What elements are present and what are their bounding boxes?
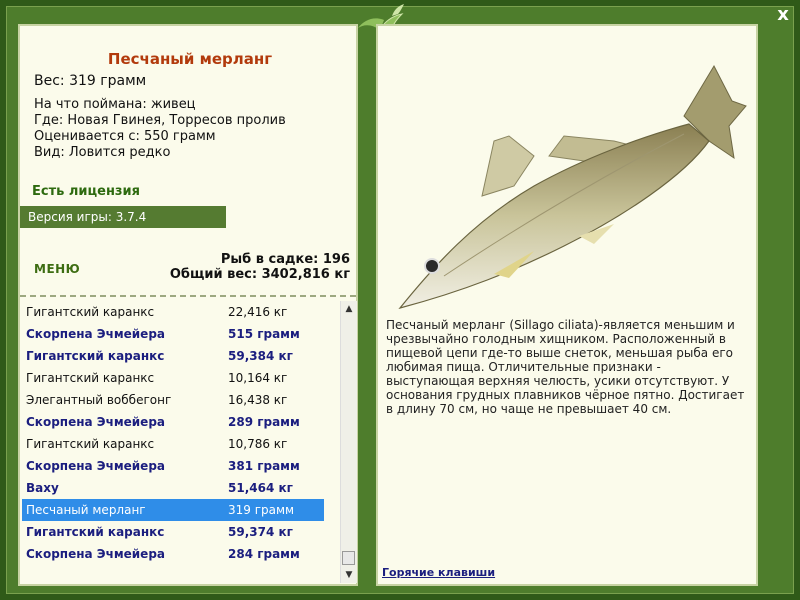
- list-item-name: Гигантский каранкс: [26, 437, 155, 451]
- list-item[interactable]: Скорпена Эчмейера 289 грамм: [22, 411, 324, 433]
- list-item[interactable]: Гигантский каранкс 10,164 кг: [22, 367, 324, 389]
- fish-weight: Вес: 319 грамм: [34, 73, 147, 89]
- location-info: Где: Новая Гвинея, Торресов пролив: [34, 113, 286, 128]
- fish-description: Песчаный мерланг (Sillago ciliata)-являе…: [386, 318, 745, 416]
- list-item-weight: 289 грамм: [228, 415, 300, 429]
- list-item-weight: 22,416 кг: [228, 305, 288, 319]
- catch-list-scrollbar[interactable]: ▲ ▼: [340, 301, 357, 583]
- list-item-weight: 515 грамм: [228, 327, 300, 341]
- fish-image: [398, 64, 747, 310]
- list-item[interactable]: Скорпена Эчмейера 381 грамм: [22, 455, 324, 477]
- fish-title: Песчаный мерланг: [107, 50, 273, 68]
- list-item[interactable]: Гигантский каранкс 22,416 кг: [22, 301, 324, 323]
- list-item-name: Гигантский каранкс: [26, 525, 165, 539]
- list-item-name: Гигантский каранкс: [26, 371, 155, 385]
- list-item-name: Гигантский каранкс: [26, 349, 165, 363]
- list-item-weight: 381 грамм: [228, 459, 300, 473]
- list-item[interactable]: Гигантский каранкс 59,384 кг: [22, 345, 324, 367]
- list-item[interactable]: Ваху 51,464 кг: [22, 477, 324, 499]
- value-info: Оценивается с: 550 грамм: [34, 129, 216, 144]
- list-item-weight: 59,384 кг: [228, 349, 293, 363]
- list-item-weight: 10,786 кг: [228, 437, 288, 451]
- version-bar: Версия игры: 3.7.4: [20, 206, 226, 228]
- list-item-weight: 51,464 кг: [228, 481, 293, 495]
- total-weight: Общий вес: 3402,816 кг: [169, 267, 350, 282]
- list-item[interactable]: Песчаный мерланг 319 грамм: [22, 499, 324, 521]
- menu-button[interactable]: МЕНЮ: [34, 262, 80, 276]
- catch-list[interactable]: Гигантский каранкс 22,416 кг Скорпена Эчме…: [20, 300, 340, 584]
- close-icon[interactable]: x: [777, 4, 789, 25]
- list-item-weight: 319 грамм: [228, 503, 295, 517]
- catch-stats: Рыб в садке: 196 Общий вес: 3402,816 кг: [170, 252, 350, 282]
- list-item[interactable]: Скорпена Эчмейера 515 грамм: [22, 323, 324, 345]
- list-item-name: Ваху: [26, 481, 59, 495]
- arrow-down-icon[interactable]: ▼: [341, 567, 357, 583]
- scrollbar-thumb[interactable]: [342, 551, 355, 565]
- arrow-up-icon[interactable]: ▲: [341, 301, 357, 317]
- list-item-name: Скорпена Эчмейера: [26, 327, 166, 341]
- list-item-name: Скорпена Эчмейера: [26, 415, 166, 429]
- rarity-info: Вид: Ловится редко: [34, 145, 171, 160]
- list-item-name: Скорпена Эчмейера: [26, 459, 166, 473]
- list-item-weight: 10,164 кг: [228, 371, 288, 385]
- list-item-weight: 16,438 кг: [228, 393, 288, 407]
- hotkeys-link[interactable]: Горячие клавиши: [382, 566, 495, 579]
- fish-detail-panel: Песчаный мерланг (Sillago ciliata)-являе…: [376, 24, 758, 586]
- list-item[interactable]: Гигантский каранкс 10,786 кг: [22, 433, 324, 455]
- list-item-name: Скорпена Эчмейера: [26, 547, 166, 561]
- list-item-weight: 284 грамм: [228, 547, 300, 561]
- fish-count: Рыб в садке: 196: [220, 252, 350, 267]
- list-item-name: Гигантский каранкс: [26, 305, 155, 319]
- close-button[interactable]: x: [772, 4, 794, 26]
- list-item[interactable]: Гигантский каранкс 59,374 кг: [22, 521, 324, 543]
- list-item[interactable]: Элегантный воббегонг 16,438 кг: [22, 389, 324, 411]
- bait-info: На что поймана: живец: [34, 97, 196, 112]
- license-status: Есть лицензия: [32, 184, 140, 199]
- list-item[interactable]: Скорпена Эчмейера 284 грамм: [22, 543, 324, 565]
- list-item-weight: 59,374 кг: [228, 525, 293, 539]
- list-item-name: Элегантный воббегонг: [26, 393, 172, 407]
- fish-info-panel: Песчаный мерланг Вес: 319 грамм На что п…: [18, 24, 358, 586]
- list-item-name: Песчаный мерланг: [26, 503, 146, 517]
- divider: [20, 295, 356, 297]
